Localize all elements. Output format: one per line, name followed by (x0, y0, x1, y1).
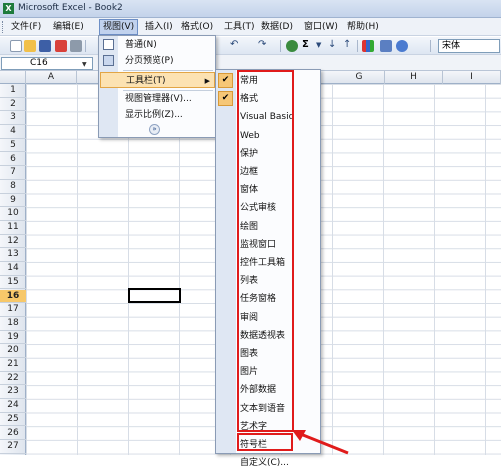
menu-item-label: 视图管理器(V)... (125, 94, 192, 104)
highlight-box-customize (237, 433, 293, 451)
row-header[interactable]: 7 (0, 166, 26, 180)
menu-item-page-break-preview[interactable]: 分页预览(P) (100, 53, 215, 69)
menu-window[interactable]: 窗口(W) (301, 21, 341, 34)
title-bar: X Microsoft Excel - Book2 (0, 0, 501, 18)
column-header[interactable]: G (334, 71, 385, 84)
highlight-box (237, 70, 294, 432)
menu-item-label: 显示比例(Z)... (125, 110, 183, 120)
column-header[interactable]: H (385, 71, 443, 84)
normal-view-icon (103, 39, 114, 50)
row-header[interactable]: 22 (0, 372, 26, 386)
font-name-select[interactable]: 宋体 (438, 39, 500, 53)
menu-separator (123, 70, 213, 71)
row-header[interactable]: 3 (0, 111, 26, 126)
open-icon[interactable] (24, 40, 36, 52)
menu-help[interactable]: 帮助(H) (344, 21, 382, 34)
menu-insert[interactable]: 插入(I) (142, 21, 176, 34)
new-icon[interactable] (10, 40, 22, 52)
pointer-arrow-icon (292, 430, 349, 455)
sort-desc-icon[interactable]: ↑ (343, 39, 351, 50)
standard-toolbar: ↶ ↷ Σ ▼ ↓ ↑ (0, 37, 501, 55)
row-header[interactable]: 16 (0, 289, 26, 304)
row-header[interactable]: 23 (0, 385, 26, 400)
checkmark-icon: ✔ (218, 73, 233, 88)
row-header[interactable]: 27 (0, 440, 26, 454)
chevron-down-icon[interactable]: ▼ (82, 61, 87, 68)
autosum-dropdown-icon[interactable]: ▼ (316, 41, 321, 49)
row-header[interactable]: 19 (0, 331, 26, 345)
toolbar-separator (357, 40, 358, 52)
row-header[interactable]: 17 (0, 303, 26, 317)
menu-bar: 文件(F) 编辑(E) 视图(V) 插入(I) 格式(O) 工具(T) 数据(D… (0, 18, 501, 36)
permission-icon[interactable] (55, 40, 67, 52)
undo-icon[interactable]: ↶ (230, 39, 238, 50)
menu-view[interactable]: 视图(V) (99, 19, 139, 35)
expand-more-icon[interactable]: » (149, 124, 160, 135)
hyperlink-icon[interactable] (286, 40, 298, 52)
row-header[interactable]: 14 (0, 262, 26, 276)
drawing-icon[interactable] (380, 40, 392, 52)
row-header[interactable]: 11 (0, 221, 26, 235)
menu-item-label: 工具栏(T) (126, 76, 166, 86)
redo-icon[interactable]: ↷ (258, 39, 266, 50)
row-header[interactable]: 4 (0, 125, 26, 139)
menu-data[interactable]: 数据(D) (258, 21, 296, 34)
window-title: Microsoft Excel - Book2 (18, 3, 123, 13)
checkmark-icon: ✔ (218, 91, 233, 107)
row-header[interactable]: 6 (0, 153, 26, 167)
row-headers: 1 2 3 4 5 6 7 8 9 10 11 12 13 14 15 16 17 18 19 20 21 22 23 24 2… (0, 84, 26, 455)
row-header[interactable]: 20 (0, 344, 26, 358)
toolbar-separator (430, 40, 431, 52)
menu-item-toolbars[interactable]: 工具栏(T) ▶ (100, 72, 215, 88)
row-header[interactable]: 25 (0, 413, 26, 427)
menu-icon-gutter (216, 70, 236, 453)
row-header[interactable]: 8 (0, 180, 26, 194)
row-header[interactable]: 9 (0, 194, 26, 208)
chart-icon[interactable] (362, 40, 374, 52)
active-cell[interactable] (128, 288, 181, 303)
row-header[interactable]: 21 (0, 358, 26, 372)
sort-asc-icon[interactable]: ↓ (328, 39, 336, 50)
view-menu: 普通(N) 分页预览(P) 工具栏(T) ▶ 视图管理器(V)... 显示比例(… (98, 35, 216, 138)
menu-item-zoom[interactable]: 显示比例(Z)... (100, 107, 215, 123)
row-header[interactable]: 26 (0, 427, 26, 441)
page-break-icon (103, 55, 114, 66)
menu-item-label: 分页预览(P) (125, 56, 174, 66)
autosum-icon[interactable]: Σ (302, 39, 309, 50)
menu-edit[interactable]: 编辑(E) (50, 21, 87, 34)
toolbar-separator (85, 40, 86, 52)
excel-logo-icon: X (3, 3, 14, 14)
row-header[interactable]: 12 (0, 235, 26, 249)
menu-tools[interactable]: 工具(T) (221, 21, 258, 34)
row-header[interactable]: 2 (0, 98, 26, 112)
menubar-grip[interactable] (2, 21, 4, 33)
print-icon[interactable] (70, 40, 82, 52)
row-header[interactable]: 13 (0, 248, 26, 263)
row-header[interactable]: 1 (0, 84, 26, 98)
menu-item-view-manager[interactable]: 视图管理器(V)... (100, 91, 215, 107)
column-header[interactable]: A (26, 71, 77, 84)
menu-item-label: 普通(N) (125, 40, 157, 50)
toolbar-separator (280, 40, 281, 52)
row-header[interactable]: 5 (0, 139, 26, 153)
row-header[interactable]: 24 (0, 399, 26, 413)
save-icon[interactable] (39, 40, 51, 52)
row-header[interactable]: 15 (0, 276, 26, 290)
help-icon[interactable] (396, 40, 408, 52)
row-header[interactable]: 18 (0, 317, 26, 331)
name-box[interactable]: C16 (1, 57, 93, 70)
menu-item-normal[interactable]: 普通(N) (100, 37, 215, 53)
select-all-corner[interactable] (0, 71, 26, 84)
toolbar-menu-item[interactable]: 自定义(C)... (240, 454, 320, 472)
submenu-arrow-icon: ▶ (204, 77, 210, 85)
menu-file[interactable]: 文件(F) (8, 21, 44, 34)
column-header[interactable]: I (443, 71, 501, 84)
menu-format[interactable]: 格式(O) (178, 21, 216, 34)
row-header[interactable]: 10 (0, 207, 26, 221)
